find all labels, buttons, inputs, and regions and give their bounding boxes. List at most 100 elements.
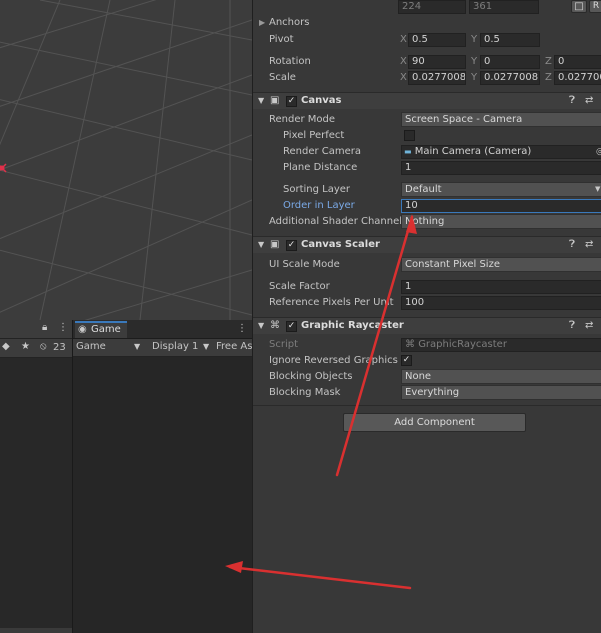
pivot-x-axis: X — [400, 34, 407, 45]
plane-distance-label: Plane Distance — [283, 162, 358, 173]
anchors-label[interactable]: Anchors — [269, 16, 309, 30]
render-camera-field[interactable]: ▬ Main Camera (Camera) — [401, 145, 601, 159]
render-mode-label: Render Mode — [269, 114, 336, 125]
render-mode-dropdown[interactable]: Screen Space - Camera — [401, 112, 601, 127]
reference-ppu-field[interactable]: 100 — [401, 296, 601, 310]
graphic-raycaster-title: Graphic Raycaster — [301, 320, 404, 331]
hidden-count: 23 — [53, 342, 66, 353]
ignore-reversed-label: Ignore Reversed Graphics — [269, 355, 398, 366]
pivot-y-axis: Y — [471, 34, 478, 45]
game-tab-row: ◉ Game ⋮ — [73, 320, 252, 339]
rotation-y-field[interactable]: 0 — [480, 55, 540, 69]
ignore-reversed-checkbox[interactable]: ✓ — [401, 355, 412, 366]
foldout-expanded-icon[interactable]: ▼ — [258, 319, 264, 333]
canvas-component-header[interactable]: ▼ ▣ ✓ Canvas ❓︎ ⇄ — [253, 92, 601, 109]
tab-game[interactable]: ◉ Game — [75, 321, 127, 338]
blueprint-icon: □ — [574, 1, 584, 12]
canvas-title: Canvas — [301, 95, 342, 106]
favorite-star-icon[interactable]: ★ — [21, 340, 30, 354]
order-in-layer-field[interactable]: 10 — [401, 199, 601, 213]
scale-y-axis: Y — [471, 72, 478, 83]
render-camera-label: Render Camera — [283, 146, 362, 157]
scale-z-field[interactable]: 0.0277008 — [554, 71, 601, 85]
pivot-y-field[interactable]: 0.5 — [480, 33, 540, 47]
order-in-layer-label: Order in Layer — [283, 200, 355, 211]
blueprint-mode-button[interactable]: □ — [571, 0, 587, 13]
lock-icon[interactable]: 🔒︎ — [42, 321, 47, 335]
help-icon[interactable]: ❓︎ — [569, 94, 575, 108]
blocking-objects-label: Blocking Objects — [269, 371, 353, 382]
rotation-x-field[interactable]: 90 — [408, 55, 466, 69]
pixel-perfect-checkbox[interactable] — [404, 130, 415, 141]
scale-x-field[interactable]: 0.0277008 — [408, 71, 466, 85]
scale-z-axis: Z — [545, 72, 552, 83]
canvas-scaler-icon: ▣ — [270, 239, 280, 250]
rotation-x-axis: X — [400, 56, 407, 67]
scene-view[interactable] — [0, 0, 252, 320]
raycaster-icon: ⌘ — [270, 320, 280, 331]
rotation-label: Rotation — [269, 56, 311, 67]
hierarchy-panel: 🔒︎ ⋮ ◆ ★ ⦸ 23 — [0, 320, 73, 633]
presets-icon[interactable]: ⇄ — [585, 319, 593, 333]
plane-distance-field[interactable]: 1 — [401, 161, 601, 175]
blocking-objects-dropdown[interactable]: None — [401, 369, 601, 384]
canvas-scaler-title: Canvas Scaler — [301, 239, 380, 250]
sorting-layer-dropdown[interactable]: Default — [401, 182, 601, 197]
canvas-scaler-enabled-checkbox[interactable]: ✓ — [286, 240, 297, 251]
ui-scale-mode-dropdown[interactable]: Constant Pixel Size — [401, 257, 601, 272]
help-icon[interactable]: ❓︎ — [569, 319, 575, 333]
transform-height-field[interactable]: 361 — [469, 0, 539, 14]
transform-width-field[interactable]: 224 — [398, 0, 466, 14]
script-value: GraphicRaycaster — [418, 339, 507, 350]
shader-channels-dropdown[interactable]: Nothing — [401, 214, 601, 229]
reference-ppu-label: Reference Pixels Per Unit — [269, 297, 394, 308]
tab-menu-icon[interactable]: ⋮ — [237, 322, 247, 336]
canvas-enabled-checkbox[interactable]: ✓ — [286, 96, 297, 107]
hidden-eye-icon[interactable]: ⦸ — [40, 340, 47, 354]
add-component-button[interactable]: Add Component — [343, 413, 526, 432]
sorting-layer-label: Sorting Layer — [283, 184, 351, 195]
scale-y-field[interactable]: 0.0277008 — [480, 71, 540, 85]
game-view-panel: ◉ Game ⋮ Game ▼ Display 1 ▼ Free Asp — [73, 320, 259, 633]
presets-icon[interactable]: ⇄ — [585, 94, 593, 108]
tag-icon[interactable]: ◆ — [2, 340, 10, 354]
anchors-foldout-icon[interactable]: ▶ — [259, 16, 265, 30]
camera-icon: ▬ — [404, 147, 412, 156]
hierarchy-footer — [0, 628, 72, 633]
foldout-expanded-icon[interactable]: ▼ — [258, 238, 264, 252]
canvas-scaler-component-header[interactable]: ▼ ▣ ✓ Canvas Scaler ❓︎ ⇄ — [253, 236, 601, 253]
rotation-z-field[interactable]: 0 — [554, 55, 601, 69]
tab-game-label: Game — [91, 324, 121, 335]
scale-label: Scale — [269, 72, 296, 83]
game-mode-dropdown[interactable]: Game — [76, 340, 106, 354]
hierarchy-header: 🔒︎ ⋮ — [0, 320, 72, 339]
object-picker-icon[interactable]: ◎ — [596, 145, 601, 159]
hierarchy-toolbar: ◆ ★ ⦸ 23 — [0, 339, 72, 358]
scene-grid — [0, 0, 252, 320]
help-icon[interactable]: ❓︎ — [569, 238, 575, 252]
script-label: Script — [269, 339, 299, 350]
game-viewport[interactable] — [73, 357, 252, 633]
graphic-raycaster-component-header[interactable]: ▼ ⌘ ✓ Graphic Raycaster ❓︎ ⇄ — [253, 317, 601, 334]
pixel-perfect-label: Pixel Perfect — [283, 130, 345, 141]
pivot-label: Pivot — [269, 34, 294, 45]
divider — [253, 405, 601, 406]
scale-factor-label: Scale Factor — [269, 281, 330, 292]
raw-edit-button[interactable]: R — [589, 0, 601, 13]
foldout-expanded-icon[interactable]: ▼ — [258, 94, 264, 108]
gamepad-icon: ◉ — [78, 324, 87, 335]
rotation-y-axis: Y — [471, 56, 478, 67]
display-dropdown[interactable]: Display 1 — [152, 340, 198, 354]
pivot-x-field[interactable]: 0.5 — [408, 33, 466, 47]
scale-factor-field[interactable]: 1 — [401, 280, 601, 294]
game-toolbar: Game ▼ Display 1 ▼ Free Asp — [73, 339, 259, 357]
ui-scale-mode-label: UI Scale Mode — [269, 259, 340, 270]
canvas-icon: ▣ — [270, 95, 280, 106]
graphic-raycaster-enabled-checkbox[interactable]: ✓ — [286, 321, 297, 332]
shader-channels-label: Additional Shader Channels — [269, 216, 408, 227]
script-field: ⌘ GraphicRaycaster — [401, 338, 601, 352]
presets-icon[interactable]: ⇄ — [585, 238, 593, 252]
blocking-mask-label: Blocking Mask — [269, 387, 341, 398]
blocking-mask-dropdown[interactable]: Everything — [401, 385, 601, 400]
more-options-icon[interactable]: ⋮ — [58, 321, 68, 335]
